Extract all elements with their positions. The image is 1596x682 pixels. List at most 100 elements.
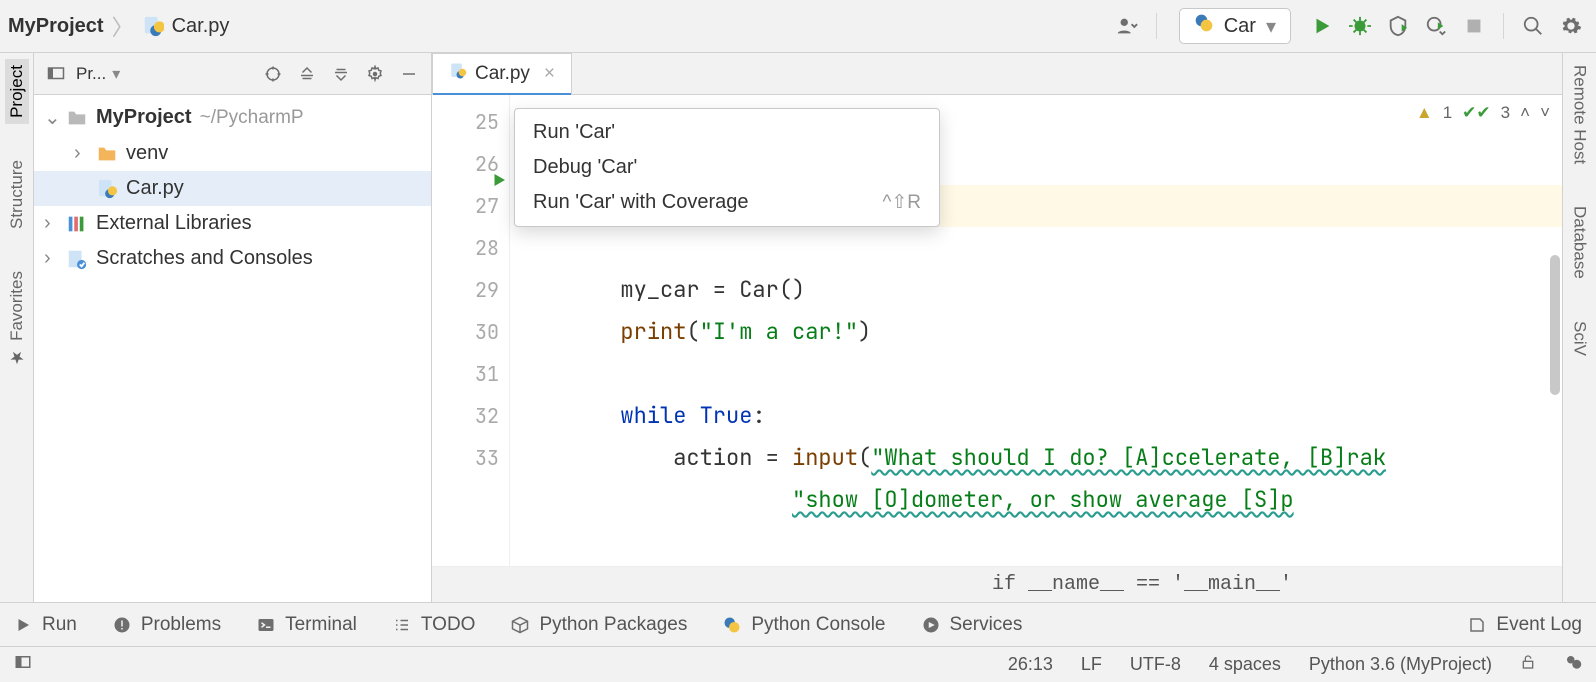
scrollbar-thumb[interactable] [1550,255,1560,395]
breadcrumb[interactable]: MyProject 〉 Car.py [8,10,229,42]
bottom-tool-bar: Run Problems Terminal TODO Python Packag… [0,602,1596,646]
bb-run[interactable]: Run [14,614,77,636]
search-icon[interactable] [1516,9,1550,43]
chevron-down-icon[interactable]: ▾ [112,64,120,84]
chevron-up-icon[interactable]: ˄ [1520,103,1530,123]
locate-icon[interactable] [259,60,287,88]
warning-icon[interactable]: ▲ [1416,103,1433,123]
separator [1503,13,1504,39]
bb-packages[interactable]: Python Packages [511,614,687,636]
panel-icon [42,60,70,88]
rail-database[interactable]: Database [1568,200,1592,285]
debug-button[interactable] [1343,9,1377,43]
sb-interpreter[interactable]: Python 3.6 (MyProject) [1309,654,1492,675]
tree-root-label: MyProject [96,106,192,129]
menu-coverage[interactable]: Run 'Car' with Coverage^⇧R [515,185,939,220]
panel-title[interactable]: Pr... [76,64,106,84]
check-icon[interactable]: ✔✔ [1462,103,1491,123]
menu-debug[interactable]: Debug 'Car' [515,150,939,185]
status-bar: 26:13 LF UTF-8 4 spaces Python 3.6 (MyPr… [0,646,1596,682]
chevron-right-icon: 〉 [112,10,134,42]
sb-tool-window-icon[interactable] [14,653,32,676]
bb-console[interactable]: Python Console [723,614,885,636]
python-icon [1194,13,1214,39]
coverage-button[interactable] [1381,9,1415,43]
left-rail: Project Structure ★Favorites [0,53,34,602]
expand-all-icon[interactable] [293,60,321,88]
sb-encoding[interactable]: UTF-8 [1130,654,1181,675]
profile-dropdown-button[interactable] [1419,9,1453,43]
bb-terminal[interactable]: Terminal [257,614,357,636]
sb-indent[interactable]: 4 spaces [1209,654,1281,675]
line-number[interactable]: 28 [432,227,499,269]
line-number[interactable]: 33 [432,437,499,479]
chevron-right-icon[interactable]: › [44,247,58,270]
libraries-icon [66,213,88,235]
code-breadcrumb[interactable]: if __name__ == '__main__' [432,566,1562,602]
tree-scratches[interactable]: › Scratches and Consoles [34,241,431,276]
menu-run[interactable]: Run 'Car' [515,115,939,150]
gear-icon[interactable] [1554,9,1588,43]
lock-icon[interactable] [1520,654,1536,675]
python-file-icon [142,15,164,37]
chevron-right-icon[interactable]: › [74,142,88,165]
tree-venv[interactable]: › venv [34,136,431,171]
rail-structure[interactable]: Structure [5,154,29,235]
run-button[interactable] [1305,9,1339,43]
line-number[interactable]: 29 [432,269,499,311]
breadcrumb-project[interactable]: MyProject [8,15,104,38]
line-number[interactable]: 31 [432,353,499,395]
panel-gear-icon[interactable] [361,60,389,88]
tab-car-py[interactable]: Car.py × [432,53,572,94]
tree-file-label: Car.py [126,177,184,200]
chevron-down-icon[interactable]: ⌄ [44,105,58,130]
rail-project[interactable]: Project [5,59,29,124]
user-dropdown-icon[interactable] [1110,9,1144,43]
bb-services[interactable]: Services [922,614,1023,636]
separator [1156,13,1157,39]
close-icon[interactable]: × [544,63,555,85]
folder-icon [96,143,118,165]
tree-scratches-label: Scratches and Consoles [96,247,313,270]
minimize-icon[interactable] [395,60,423,88]
bb-problems[interactable]: Problems [113,614,221,636]
project-tree[interactable]: ⌄ MyProject ~/PycharmP › venv Car.py › E… [34,95,431,280]
python-file-icon [96,178,118,200]
top-toolbar: MyProject 〉 Car.py Car ▾ [0,0,1596,53]
tree-external-libs[interactable]: › External Libraries [34,206,431,241]
tree-file-car[interactable]: Car.py [34,171,431,206]
tree-root-path: ~/PycharmP [200,107,304,129]
rail-favorites[interactable]: ★Favorites [5,265,29,373]
rail-remote-host[interactable]: Remote Host [1568,59,1592,170]
line-number[interactable]: 30 [432,311,499,353]
tree-venv-label: venv [126,142,168,165]
line-number[interactable]: 25 [432,101,499,143]
run-gutter-icon[interactable] [490,171,508,194]
line-number[interactable]: 32 [432,395,499,437]
python-file-icon [449,62,467,86]
run-config-selector[interactable]: Car ▾ [1179,8,1291,44]
inspection-indicators[interactable]: ▲1 ✔✔3 ˄ ˅ [1416,103,1550,123]
bb-event-log[interactable]: Event Log [1468,614,1582,636]
run-config-name: Car [1224,15,1256,38]
sb-position[interactable]: 26:13 [1008,654,1053,675]
collapse-all-icon[interactable] [327,60,355,88]
sb-line-sep[interactable]: LF [1081,654,1102,675]
bb-todo[interactable]: TODO [393,614,476,636]
tree-root[interactable]: ⌄ MyProject ~/PycharmP [34,99,431,136]
stop-button[interactable] [1457,9,1491,43]
chevron-down-icon: ▾ [1266,14,1276,39]
line-gutter[interactable]: 25 26 27 28 29 30 31 32 33 [432,95,510,566]
run-context-menu: Run 'Car' Debug 'Car' Run 'Car' with Cov… [514,108,940,227]
chevron-right-icon[interactable]: › [44,212,58,235]
ide-status-icon[interactable] [1564,653,1582,676]
project-panel-header: Pr... ▾ [34,53,431,95]
line-number[interactable]: 26 [432,143,499,185]
chevron-down-icon[interactable]: ˅ [1540,103,1550,123]
line-number[interactable]: 27 [432,185,499,227]
project-panel: Pr... ▾ ⌄ MyProject ~/PycharmP › venv [34,53,432,602]
right-rail: Remote Host Database SciV [1562,53,1596,602]
editor-tabs: Car.py × [432,53,1562,95]
rail-sciview[interactable]: SciV [1568,315,1592,362]
breadcrumb-file[interactable]: Car.py [172,15,230,38]
